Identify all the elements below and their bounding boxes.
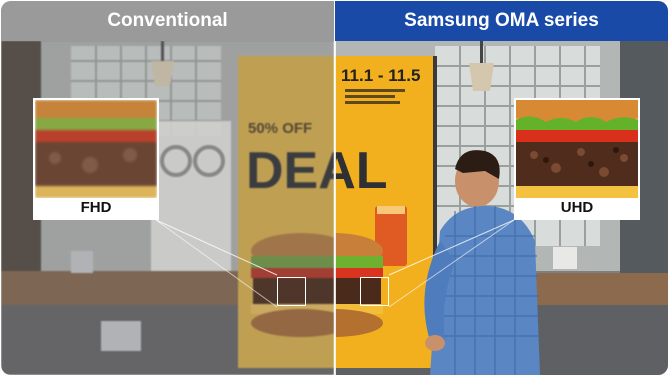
fhd-label: FHD: [35, 198, 157, 218]
zoom-region-left: [277, 277, 306, 306]
uhd-callout: UHD: [514, 98, 640, 220]
uhd-burger-closeup: [516, 100, 638, 198]
fhd-callout: FHD: [33, 98, 159, 220]
fhd-burger-closeup: [35, 100, 157, 198]
comparison-stage: 50% OFF DEAL: [1, 1, 668, 375]
uhd-label: UHD: [516, 198, 638, 218]
zoom-region-right: [360, 277, 389, 306]
